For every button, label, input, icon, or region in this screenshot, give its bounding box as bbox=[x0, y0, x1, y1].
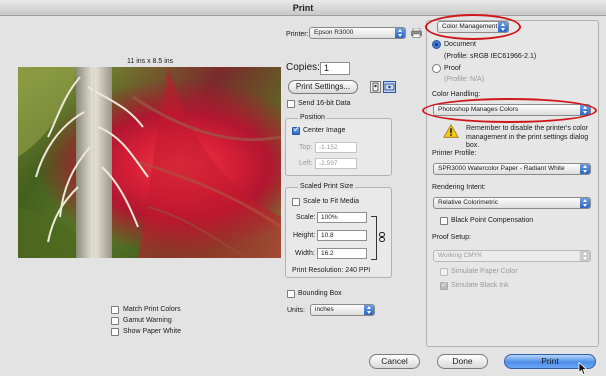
highlight-ellipse-color-handling bbox=[422, 98, 597, 123]
match-print-colors-checkbox[interactable] bbox=[111, 306, 119, 314]
send-16-bit-label: Send 16-bit Data bbox=[298, 100, 351, 107]
top-label: Top: bbox=[299, 144, 313, 151]
units-label: Units: bbox=[287, 307, 305, 314]
scale-to-fit-label: Scale to Fit Media bbox=[303, 198, 360, 205]
popup-arrows-icon bbox=[364, 305, 374, 315]
print-resolution-label: Print Resolution: 240 PPI bbox=[292, 267, 371, 274]
popup-arrows-icon bbox=[395, 28, 405, 38]
highlight-ellipse-color-management bbox=[425, 14, 521, 40]
printer-select[interactable]: Epson R3000 bbox=[309, 27, 406, 39]
simulate-black-ink-checkbox[interactable] bbox=[440, 280, 448, 290]
scale-label: Scale: bbox=[296, 214, 316, 221]
popup-arrows-icon bbox=[580, 251, 590, 261]
mouse-pointer-icon bbox=[578, 361, 588, 376]
leaf-photo-graphic bbox=[18, 67, 281, 258]
popup-arrows-icon bbox=[580, 198, 590, 208]
cancel-button[interactable]: Cancel bbox=[369, 354, 420, 369]
send-16-bit-checkbox[interactable] bbox=[287, 100, 295, 108]
match-print-colors-label: Match Print Colors bbox=[123, 306, 181, 313]
black-point-compensation-checkbox[interactable] bbox=[440, 217, 448, 225]
center-image-checkbox[interactable] bbox=[292, 125, 300, 135]
done-button[interactable]: Done bbox=[437, 354, 488, 369]
proof-radio[interactable] bbox=[432, 64, 441, 73]
rendering-intent-select[interactable]: Relative Colorimetric bbox=[433, 197, 591, 209]
simulate-black-ink-label: Simulate Black Ink bbox=[451, 282, 509, 289]
chain-link-icon[interactable] bbox=[378, 232, 386, 242]
printer-select-value: Epson R3000 bbox=[314, 29, 354, 36]
landscape-orientation-icon[interactable] bbox=[383, 81, 396, 93]
print-settings-button[interactable]: Print Settings... bbox=[288, 80, 358, 94]
proof-setup-select-value: Working CMYK bbox=[438, 252, 483, 259]
show-paper-white-label: Show Paper White bbox=[123, 328, 181, 335]
gamut-warning-checkbox[interactable] bbox=[111, 317, 119, 325]
proof-label: Proof bbox=[444, 65, 461, 72]
portrait-orientation-icon[interactable] bbox=[370, 81, 381, 93]
scaled-print-size-title: Scaled Print Size bbox=[298, 183, 356, 190]
printer-profile-select-value: SPR3000 Watercolor Paper - Radiant White bbox=[438, 165, 565, 172]
proof-setup-label: Proof Setup: bbox=[432, 234, 471, 241]
document-label: Document bbox=[444, 41, 476, 48]
proof-setup-select[interactable]: Working CMYK bbox=[433, 250, 591, 262]
rendering-intent-select-value: Relative Colorimetric bbox=[438, 199, 498, 206]
height-input[interactable]: 10.8 bbox=[317, 230, 367, 241]
bounding-box-label: Bounding Box bbox=[298, 290, 342, 297]
preview-size-label: 11 ins x 8.5 ins bbox=[127, 58, 174, 65]
left-label: Left: bbox=[299, 160, 313, 167]
simulate-paper-color-label: Simulate Paper Color bbox=[451, 268, 518, 275]
printer-setup-icon[interactable] bbox=[411, 27, 422, 38]
center-image-label: Center Image bbox=[303, 127, 346, 134]
document-profile-label: (Profile: sRGB IEC61966-2.1) bbox=[444, 53, 537, 60]
simulate-paper-color-checkbox[interactable] bbox=[440, 268, 448, 276]
scale-to-fit-checkbox[interactable] bbox=[292, 198, 300, 206]
bounding-box-checkbox[interactable] bbox=[287, 290, 295, 298]
position-title: Position bbox=[298, 114, 327, 121]
popup-arrows-icon bbox=[580, 164, 590, 174]
black-point-compensation-label: Black Point Compensation bbox=[451, 217, 534, 224]
proof-profile-label: (Profile: N/A) bbox=[444, 76, 485, 83]
window-title: Print bbox=[0, 0, 606, 16]
left-input[interactable]: -2.597 bbox=[315, 158, 357, 169]
printer-profile-select[interactable]: SPR3000 Watercolor Paper - Radiant White bbox=[433, 163, 591, 175]
rendering-intent-label: Rendering Intent: bbox=[432, 184, 486, 191]
units-select[interactable]: inches bbox=[310, 304, 375, 316]
print-preview-image[interactable] bbox=[18, 67, 281, 258]
width-label: Width: bbox=[295, 250, 315, 257]
height-label: Height: bbox=[293, 232, 316, 239]
copies-label: Copies: bbox=[286, 62, 320, 73]
gamut-warning-label: Gamut Warning bbox=[123, 317, 172, 324]
width-input[interactable]: 16.2 bbox=[317, 248, 367, 259]
warning-icon bbox=[443, 124, 459, 138]
printer-profile-label: Printer Profile: bbox=[432, 150, 477, 157]
scale-input[interactable]: 100% bbox=[317, 212, 367, 223]
printer-label: Printer: bbox=[286, 31, 309, 38]
top-input[interactable]: -1.152 bbox=[315, 142, 357, 153]
color-management-warning-text: Remember to disable the printer's color … bbox=[466, 125, 589, 149]
print-dialog: Print 11 ins x 8.5 ins Match Print Color… bbox=[0, 0, 606, 376]
constrain-bracket bbox=[371, 216, 377, 260]
show-paper-white-checkbox[interactable] bbox=[111, 328, 119, 336]
document-radio[interactable] bbox=[432, 40, 441, 49]
units-select-value: inches bbox=[315, 306, 334, 313]
copies-input[interactable]: 1 bbox=[320, 62, 350, 75]
color-handling-label: Color Handling: bbox=[432, 91, 481, 98]
